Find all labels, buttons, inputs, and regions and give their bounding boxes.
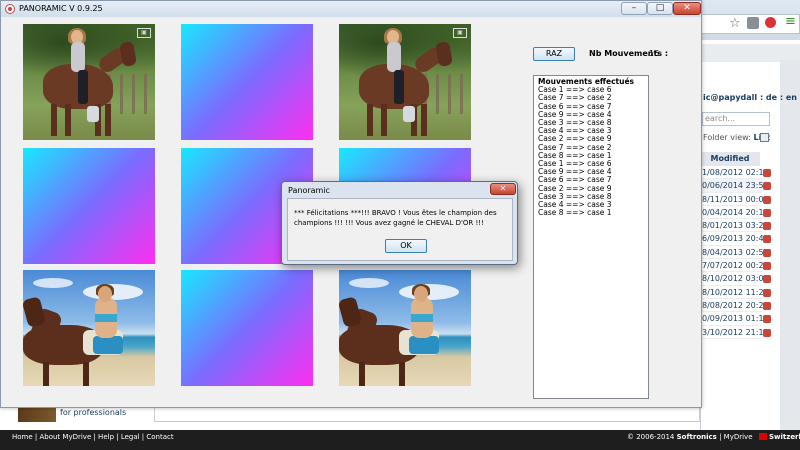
delete-icon[interactable] xyxy=(762,206,774,219)
file-date: 0/04/2014 20:13 xyxy=(700,206,769,220)
softronics-link[interactable]: Softronics xyxy=(677,433,717,441)
file-date: 8/01/2013 03:29 xyxy=(700,219,769,233)
file-date: 8/11/2013 00:06 xyxy=(700,193,769,206)
moves-count-value: 16 xyxy=(649,49,660,58)
maximize-button[interactable]: □ xyxy=(647,2,673,15)
app-icon xyxy=(5,4,15,14)
list-item[interactable]: Case 8 ==> case 1 xyxy=(538,209,644,217)
puzzle-tile-7[interactable] xyxy=(23,270,155,386)
delete-icon[interactable] xyxy=(762,326,774,339)
puzzle-tile-3[interactable]: ▣ xyxy=(339,24,471,140)
puzzle-tile-9[interactable] xyxy=(339,270,471,386)
file-date-list: 1/08/2012 02:16 0/06/2014 23:51 8/11/201… xyxy=(700,166,769,339)
puzzle-tile-2[interactable] xyxy=(181,24,313,140)
footer-links[interactable]: Home | About MyDrive | Help | Legal | Co… xyxy=(12,432,174,442)
file-date: 0/09/2013 01:18 xyxy=(700,312,769,326)
delete-icon[interactable] xyxy=(762,179,774,192)
delete-icon[interactable] xyxy=(762,246,774,259)
dialog-message: *** Félicitations ***!!! BRAVO ! Vous êt… xyxy=(294,209,497,227)
file-delete-icons xyxy=(762,166,774,339)
file-date: 8/04/2013 02:57 xyxy=(700,246,769,260)
promo-image[interactable] xyxy=(18,406,56,422)
puzzle-tile-4[interactable] xyxy=(23,148,155,264)
watermark-icon: ▣ xyxy=(137,28,151,38)
congrats-dialog: Panoramic ✕ *** Félicitations ***!!! BRA… xyxy=(281,181,518,265)
delete-icon[interactable] xyxy=(762,259,774,272)
raz-button[interactable]: RAZ xyxy=(533,47,575,61)
dialog-body: *** Félicitations ***!!! BRAVO ! Vous êt… xyxy=(287,198,513,261)
delete-icon[interactable] xyxy=(762,312,774,325)
file-date: 3/10/2012 21:18 xyxy=(700,326,769,339)
footer-copyright: © 2006-2014 Softronics | MyDrive Switzer… xyxy=(627,432,800,442)
delete-icon[interactable] xyxy=(762,286,774,299)
dialog-close-button[interactable]: ✕ xyxy=(490,183,516,195)
column-header-modified[interactable]: Modified xyxy=(700,152,760,166)
file-date: 8/08/2012 20:21 xyxy=(700,299,769,313)
browser-menu-icon[interactable]: ≡ xyxy=(785,14,796,29)
swiss-flag-icon xyxy=(758,433,767,440)
delete-icon[interactable] xyxy=(762,193,774,206)
puzzle-tile-1[interactable]: ▣ xyxy=(23,24,155,140)
promo-text[interactable]: for professionals xyxy=(60,408,126,417)
file-date: 1/08/2012 02:16 xyxy=(700,166,769,180)
user-email-lang[interactable]: ic@papydall : de : en xyxy=(703,93,797,102)
mydrive-link[interactable]: MyDrive xyxy=(724,433,753,441)
file-date: 7/07/2012 00:22 xyxy=(700,259,769,273)
delete-icon[interactable] xyxy=(762,272,774,285)
delete-icon[interactable] xyxy=(762,232,774,245)
moves-list[interactable]: Mouvements effectués Case 1 ==> case 6 C… xyxy=(533,75,649,399)
footer-separator: | xyxy=(719,433,722,441)
country-label: Switzerland xyxy=(768,433,800,441)
file-date: 0/06/2014 23:51 xyxy=(700,179,769,193)
extension-icon[interactable] xyxy=(747,17,759,29)
close-button[interactable]: ✕ xyxy=(673,2,701,15)
puzzle-tile-8[interactable] xyxy=(181,270,313,386)
search-input[interactable]: earch... xyxy=(702,112,770,126)
window-titlebar[interactable]: PANORAMIC V 0.9.25 – □ ✕ xyxy=(1,1,701,17)
delete-icon[interactable] xyxy=(762,219,774,232)
delete-icon[interactable] xyxy=(762,166,774,179)
background-sidebar xyxy=(780,60,800,430)
bookmark-star-icon[interactable]: ☆ xyxy=(729,16,741,31)
delete-icon[interactable] xyxy=(762,299,774,312)
window-title: PANORAMIC V 0.9.25 xyxy=(19,4,103,13)
minimize-button[interactable]: – xyxy=(621,2,647,15)
file-date: 6/09/2013 20:43 xyxy=(700,232,769,246)
file-date: 8/10/2012 11:27 xyxy=(700,286,769,299)
copyright-text: © 2006-2014 xyxy=(627,433,675,441)
folder-view-label: Folder view: xyxy=(703,133,751,142)
file-date: 8/10/2012 03:08 xyxy=(700,272,769,286)
extension-icon[interactable] xyxy=(765,17,776,28)
list-view-icon[interactable] xyxy=(760,133,769,142)
watermark-icon: ▣ xyxy=(453,28,467,38)
dialog-title: Panoramic xyxy=(288,186,330,195)
ok-button[interactable]: OK xyxy=(385,239,427,253)
page-footer: Home | About MyDrive | Help | Legal | Co… xyxy=(0,430,800,450)
